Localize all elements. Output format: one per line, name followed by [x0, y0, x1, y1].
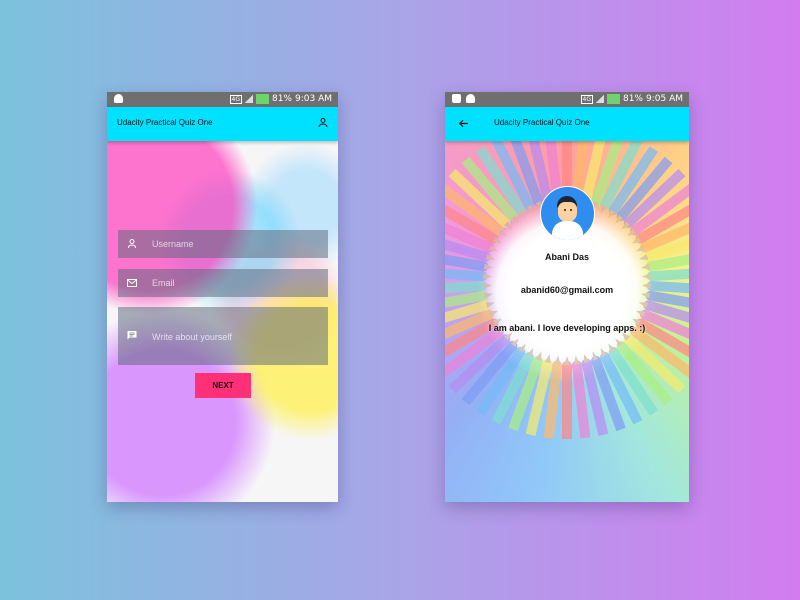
avatar-left-eye	[564, 209, 566, 211]
status-time: 9:05 AM	[646, 94, 683, 104]
avatar-shirt	[552, 221, 583, 240]
avatar-right-eye	[570, 209, 572, 211]
network-badge: 4G	[229, 94, 242, 104]
about-placeholder: Write about yourself	[152, 332, 232, 342]
app-toolbar: arrow-back-icon Udacity Practical Quiz O…	[445, 107, 689, 141]
status-time: 9:03 AM	[295, 94, 332, 104]
network-badge: 4G	[580, 94, 593, 104]
about-field[interactable]: Write about yourself	[118, 307, 328, 365]
email-placeholder: Email	[152, 278, 175, 288]
person-outline-icon[interactable]	[317, 116, 329, 130]
avatar	[540, 186, 595, 241]
signal-icon	[244, 95, 253, 103]
android-icon	[114, 94, 123, 103]
message-icon	[127, 331, 137, 340]
image-notification-icon	[452, 94, 461, 103]
decorative-pencil	[562, 361, 572, 439]
battery-icon	[255, 94, 269, 104]
next-button[interactable]: NEXT	[195, 373, 251, 398]
mail-icon	[127, 279, 137, 287]
status-bar: 4G 81% 9:03 AM	[107, 92, 338, 107]
toolbar-title: Udacity Practical Quiz One	[494, 118, 590, 127]
signal-icon	[595, 95, 604, 103]
username-placeholder: Username	[152, 239, 194, 249]
battery-percent: 81%	[271, 94, 292, 104]
status-bar: 4G 81% 9:05 AM	[445, 92, 689, 107]
android-icon	[466, 94, 475, 103]
pencil-ring-art	[445, 123, 689, 439]
status-left-icons	[114, 94, 123, 103]
app-toolbar: Udacity Practical Quiz One person-outlin…	[107, 107, 338, 141]
avatar-face	[558, 202, 577, 222]
person-icon	[128, 239, 136, 249]
email-field[interactable]: Email	[118, 269, 328, 297]
form-screen: 4G 81% 9:03 AM Udacity Practical Quiz On…	[107, 92, 338, 502]
battery-percent: 81%	[622, 94, 643, 104]
arrow-back-icon[interactable]	[457, 117, 470, 130]
profile-email: abanid60@gmail.com	[520, 285, 614, 295]
profile-name: Abani Das	[544, 252, 589, 262]
status-left-icons	[452, 94, 475, 103]
toolbar-title: Udacity Practical Quiz One	[117, 118, 213, 127]
battery-icon	[606, 94, 620, 104]
profile-about: I am abani. I love developing apps. :)	[488, 323, 646, 333]
username-field[interactable]: Username	[118, 230, 328, 258]
profile-screen: 4G 81% 9:05 AM arrow-back-icon Udacity P…	[445, 92, 689, 502]
status-right-icons: 4G 81% 9:03 AM	[229, 94, 332, 104]
status-right-icons: 4G 81% 9:05 AM	[580, 94, 683, 104]
